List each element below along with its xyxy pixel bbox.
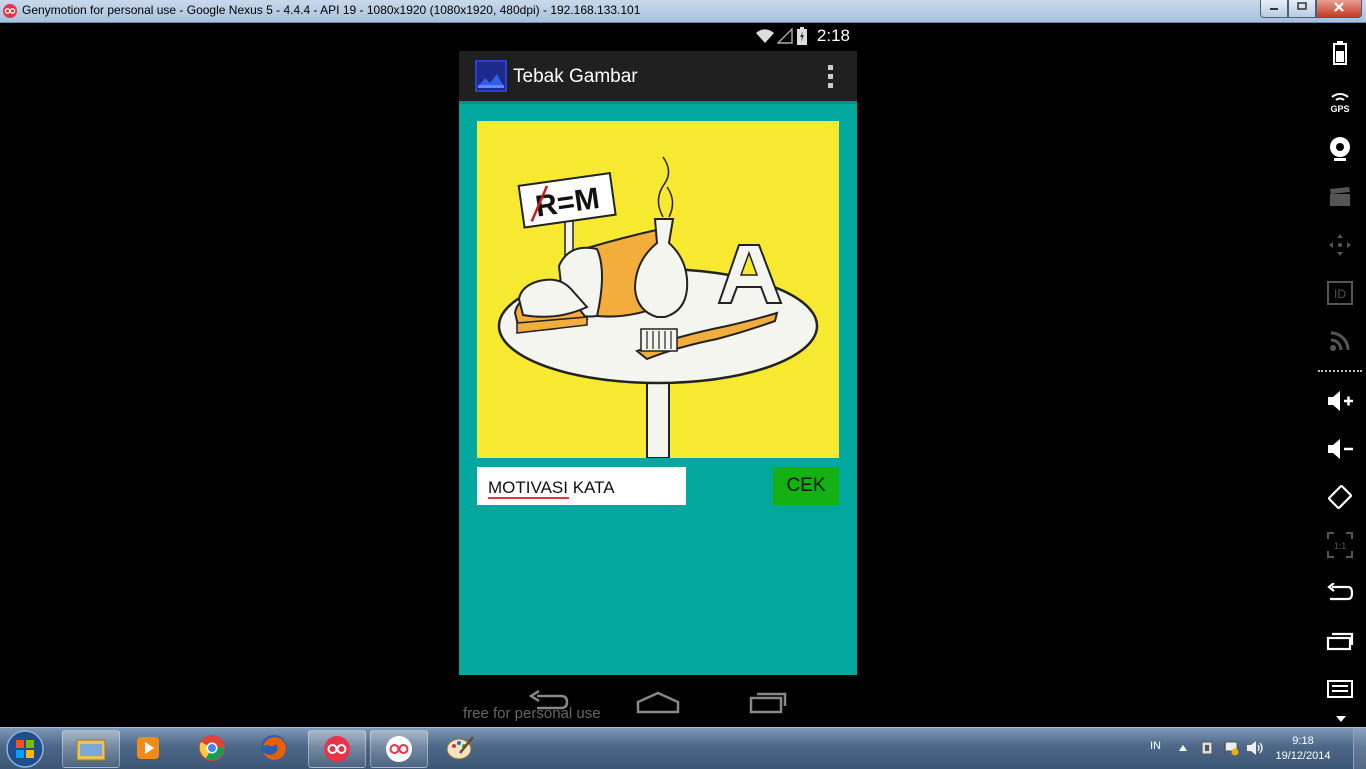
move-arrows-icon	[1329, 234, 1351, 256]
genymotion-icon	[324, 736, 350, 762]
svg-text:ID: ID	[1334, 287, 1346, 301]
back-button[interactable]	[1322, 578, 1358, 608]
taskbar-date: 19/12/2014	[1275, 750, 1331, 762]
home-icon[interactable]	[636, 690, 680, 714]
usb-device-icon[interactable]	[1199, 740, 1215, 756]
svg-text:GPS: GPS	[1330, 104, 1349, 113]
volume-up-icon	[1328, 391, 1353, 411]
volume-down-button[interactable]	[1322, 434, 1358, 464]
volume-up-button[interactable]	[1322, 386, 1358, 416]
window-title: Genymotion for personal use - Google Nex…	[22, 3, 641, 17]
language-indicator[interactable]: IN	[1150, 740, 1161, 752]
app-content: R=M A MOTIVASI KATA CEK	[459, 104, 857, 675]
signal-icon	[777, 28, 793, 44]
rss-icon	[1330, 331, 1350, 351]
menu-button[interactable]	[1322, 674, 1358, 704]
volume-down-icon	[1328, 439, 1353, 459]
spellcheck-underline	[488, 497, 569, 499]
wifi-icon	[756, 29, 774, 43]
recents-icon	[1326, 632, 1354, 651]
rotate-button[interactable]	[1322, 482, 1358, 512]
svg-text:1:1: 1:1	[1334, 541, 1347, 551]
recents-button[interactable]	[1322, 626, 1358, 656]
android-status-bar: 2:18	[459, 24, 857, 48]
maximize-icon	[1297, 2, 1307, 10]
menu-icon	[1327, 680, 1353, 698]
taskbar-explorer[interactable]	[62, 730, 120, 768]
gps-widget[interactable]: GPS	[1322, 86, 1358, 116]
taskbar-chrome[interactable]	[184, 730, 240, 766]
taskbar-clock[interactable]: 9:18 19/12/2014	[1272, 734, 1334, 764]
media-player-icon	[137, 737, 159, 759]
minimize-icon	[1270, 8, 1278, 10]
back-arrow-icon	[1327, 583, 1354, 601]
window-titlebar: Genymotion for personal use - Google Nex…	[0, 0, 1366, 23]
folder-icon	[76, 739, 106, 761]
app-title: Tebak Gambar	[513, 66, 638, 87]
scroll-down-arrow-icon[interactable]	[1336, 716, 1346, 722]
taskbar-genymotion-device[interactable]	[370, 730, 428, 768]
windows-taskbar: IN 9:18 19/12/2014	[0, 727, 1366, 769]
battery-widget[interactable]	[1322, 38, 1358, 68]
rotate-icon	[1328, 485, 1352, 509]
volume-icon[interactable]	[1246, 740, 1264, 756]
battery-icon	[797, 27, 807, 45]
close-button[interactable]	[1316, 0, 1362, 18]
pixel-perfect-icon: 1:1	[1327, 532, 1353, 558]
overflow-menu-icon[interactable]	[825, 65, 835, 89]
show-hidden-icons-icon[interactable]	[1179, 745, 1187, 751]
cek-button[interactable]: CEK	[773, 467, 839, 505]
taskbar-genymotion[interactable]	[308, 730, 366, 768]
answer-input-value: MOTIVASI KATA	[488, 478, 615, 497]
maximize-button[interactable]	[1288, 0, 1316, 18]
device-id-widget[interactable]: ID	[1322, 278, 1358, 308]
firefox-icon	[261, 735, 287, 761]
close-icon	[1334, 2, 1344, 12]
genymotion-app-icon	[3, 4, 17, 18]
start-button[interactable]	[4, 729, 46, 769]
svg-text:A: A	[777, 259, 778, 262]
pixel-perfect-button[interactable]: 1:1	[1322, 530, 1358, 560]
answer-input[interactable]: MOTIVASI KATA	[477, 467, 686, 505]
webcam-icon	[1330, 137, 1350, 161]
paint-icon	[446, 736, 474, 760]
action-bar: Tebak Gambar	[459, 51, 857, 102]
minimize-button[interactable]	[1260, 0, 1288, 18]
app-launcher-icon[interactable]	[475, 60, 507, 92]
clapperboard-icon	[1330, 187, 1350, 206]
taskbar-media-player[interactable]	[120, 730, 176, 766]
taskbar-firefox[interactable]	[246, 730, 302, 766]
screencast-widget[interactable]	[1322, 182, 1358, 212]
toolbar-separator	[1318, 370, 1362, 372]
puzzle-image: R=M A	[477, 121, 839, 459]
watermark-text: free for personal use	[463, 705, 601, 722]
action-center-flag-icon[interactable]	[1222, 740, 1240, 756]
genymotion-toolbar: GPS ID 1:1	[1314, 22, 1366, 727]
taskbar-time: 9:18	[1292, 735, 1314, 747]
taskbar-paint[interactable]	[432, 730, 488, 766]
recents-icon[interactable]	[749, 690, 789, 714]
rss-widget[interactable]	[1322, 326, 1358, 356]
status-clock: 2:18	[816, 26, 850, 45]
gps-icon: GPS	[1330, 93, 1350, 113]
remote-control-widget[interactable]	[1322, 230, 1358, 260]
show-desktop-button[interactable]	[1353, 728, 1366, 769]
genymotion-device-icon	[386, 736, 412, 762]
webcam-widget[interactable]	[1322, 134, 1358, 164]
chrome-icon	[199, 735, 225, 761]
id-icon: ID	[1327, 281, 1353, 305]
battery-icon	[1333, 41, 1347, 65]
